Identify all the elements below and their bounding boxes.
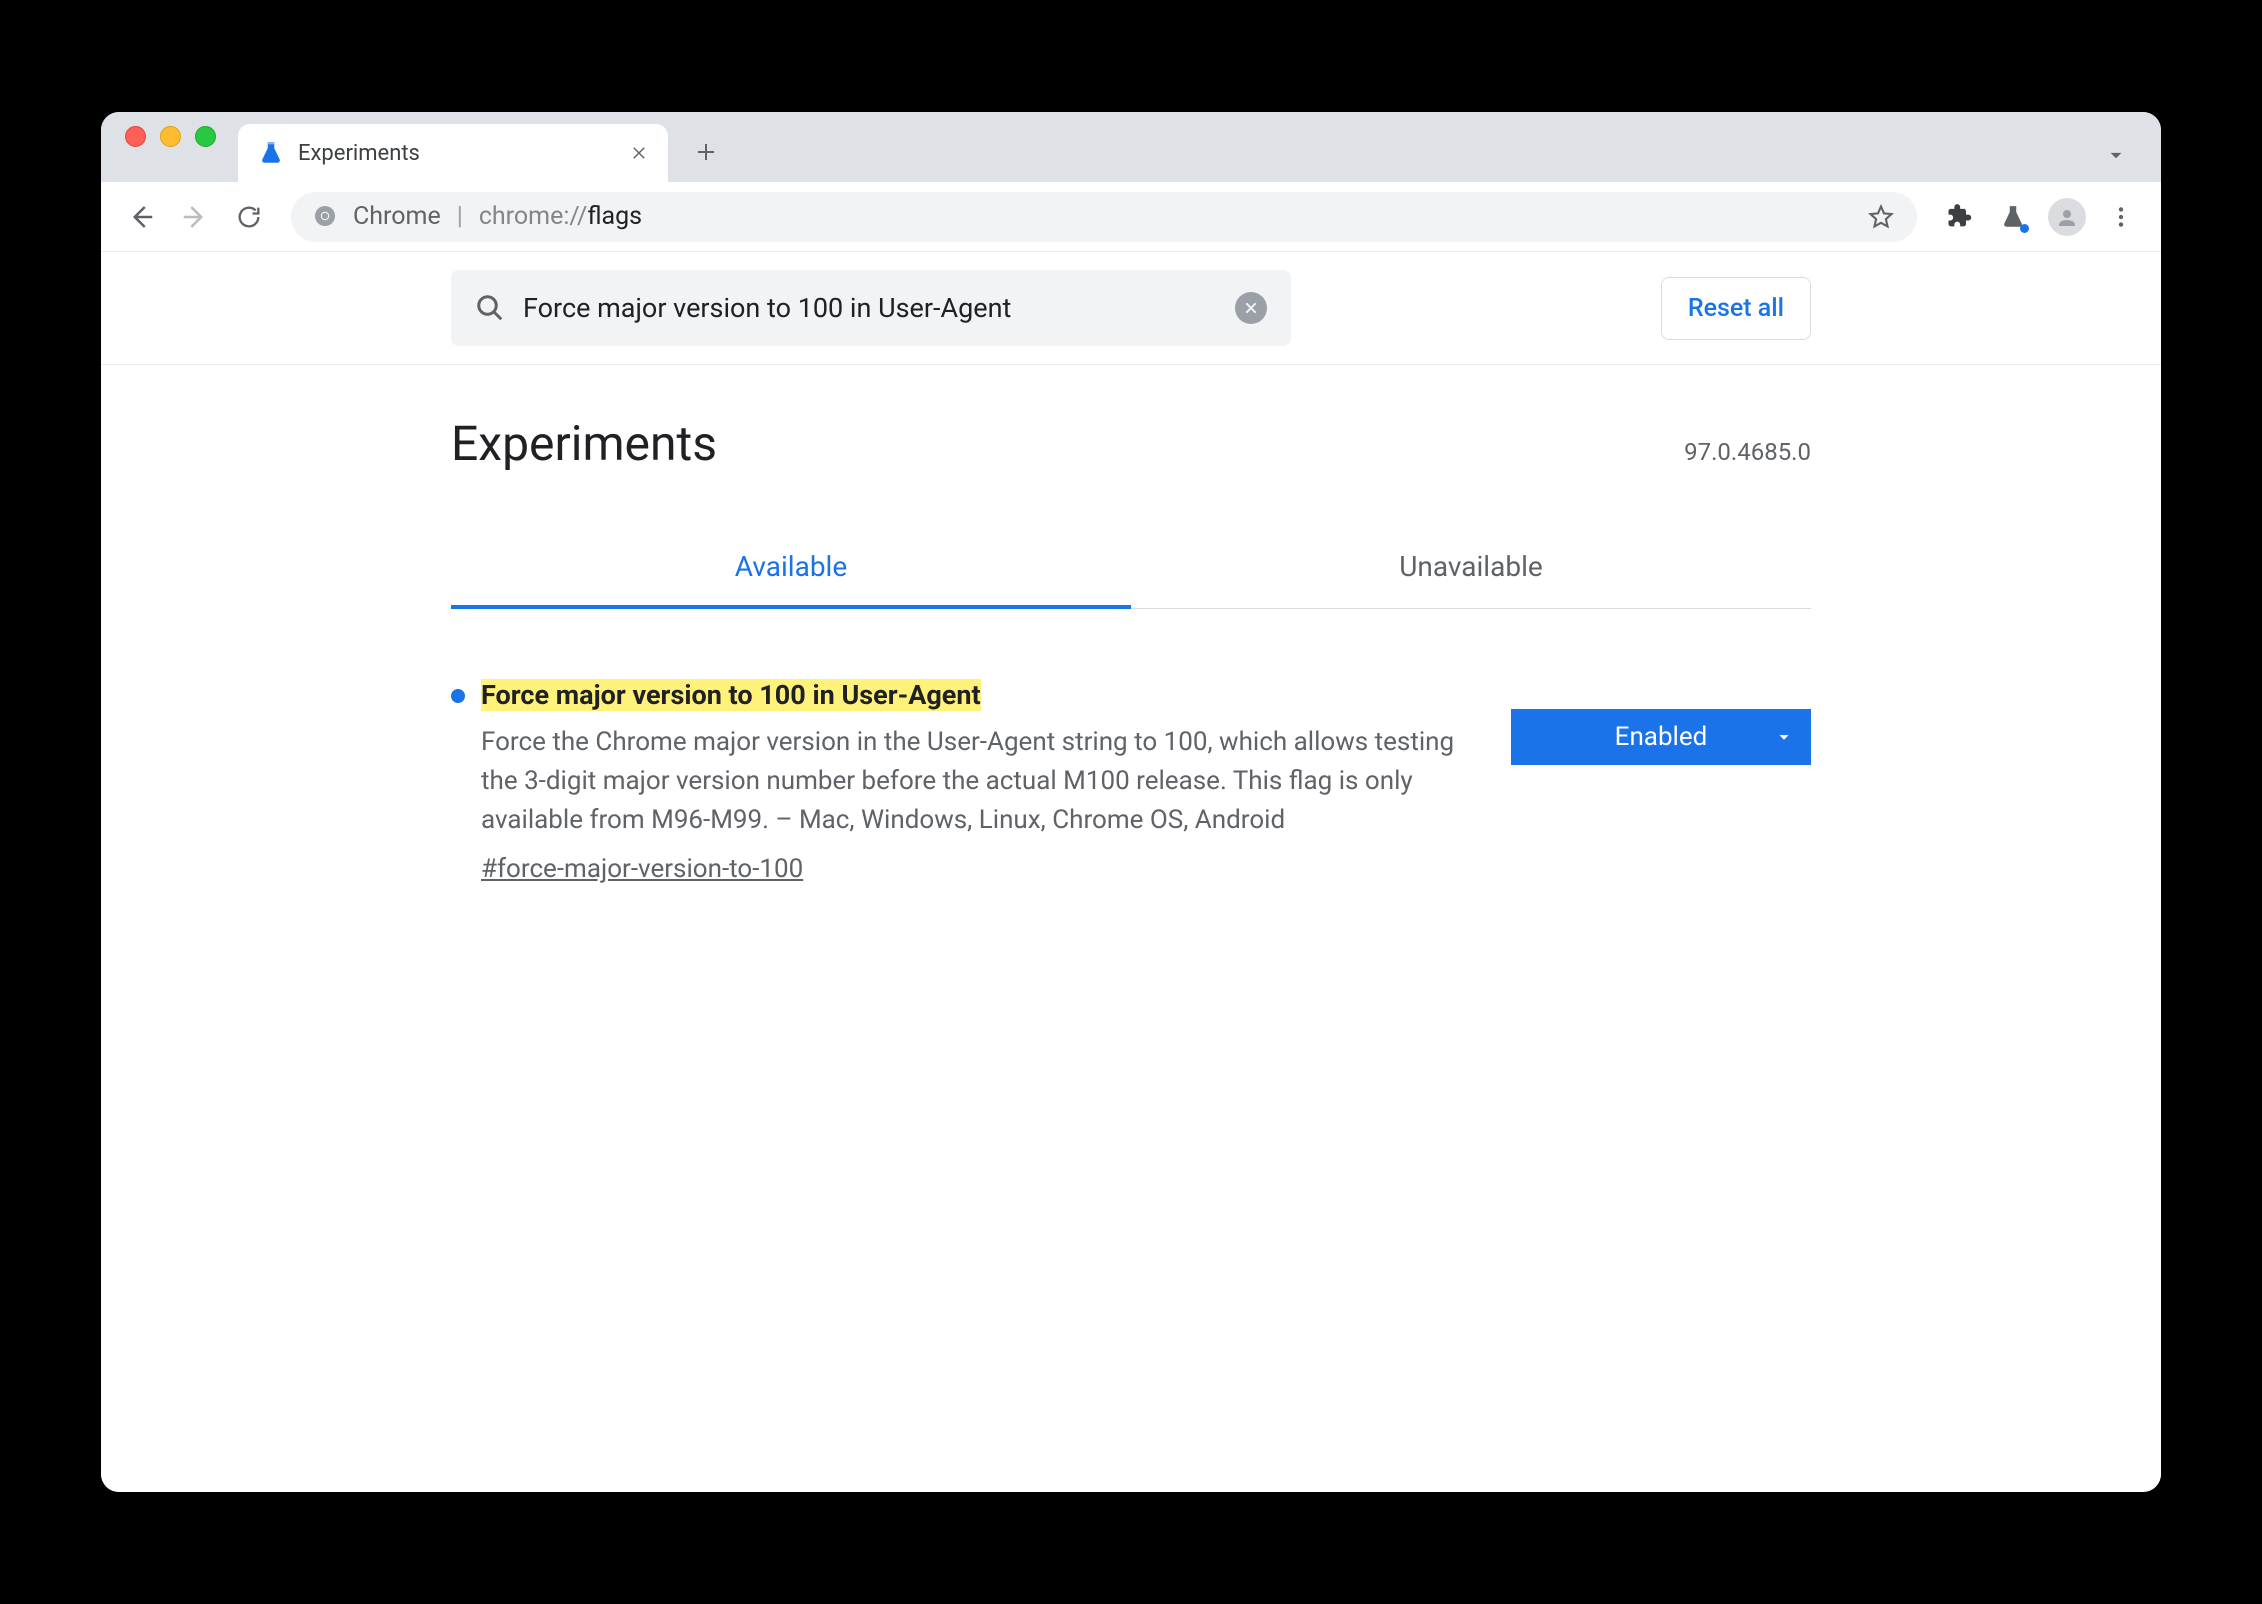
reset-all-button[interactable]: Reset all bbox=[1661, 277, 1811, 340]
search-icon bbox=[475, 293, 505, 323]
bookmark-star-icon[interactable] bbox=[1867, 203, 1895, 231]
close-window-button[interactable] bbox=[125, 126, 146, 147]
flag-title: Force major version to 100 in User-Agent bbox=[481, 679, 981, 711]
clear-search-icon[interactable] bbox=[1235, 292, 1267, 324]
flag-description: Force the Chrome major version in the Us… bbox=[481, 723, 1471, 840]
version-label: 97.0.4685.0 bbox=[1684, 438, 1811, 466]
reload-button[interactable] bbox=[227, 195, 271, 239]
modified-dot-icon bbox=[451, 689, 465, 703]
tab-title: Experiments bbox=[298, 141, 616, 166]
tab-unavailable[interactable]: Unavailable bbox=[1131, 528, 1811, 609]
address-bar[interactable]: Chrome | chrome://flags bbox=[291, 192, 1917, 242]
toolbar: Chrome | chrome://flags bbox=[101, 182, 2161, 252]
minimize-window-button[interactable] bbox=[160, 126, 181, 147]
labs-button[interactable] bbox=[1991, 195, 2035, 239]
search-box[interactable] bbox=[451, 270, 1291, 346]
extensions-button[interactable] bbox=[1937, 195, 1981, 239]
page-title: Experiments bbox=[451, 415, 717, 472]
menu-button[interactable] bbox=[2099, 195, 2143, 239]
profile-button[interactable] bbox=[2045, 195, 2089, 239]
tab-row: Available Unavailable bbox=[451, 528, 1811, 609]
window-controls bbox=[125, 126, 216, 147]
avatar-icon bbox=[2048, 198, 2086, 236]
browser-window: Experiments Chrome | chrome://f bbox=[101, 112, 2161, 1492]
page-content: Reset all Experiments 97.0.4685.0 Availa… bbox=[101, 252, 2161, 1492]
back-button[interactable] bbox=[119, 195, 163, 239]
chevron-down-icon bbox=[1773, 726, 1795, 748]
search-input[interactable] bbox=[523, 292, 1217, 324]
tab-strip: Experiments bbox=[101, 112, 2161, 182]
tab-overflow-button[interactable] bbox=[2103, 142, 2129, 168]
labs-dot-icon bbox=[2020, 224, 2029, 233]
flask-icon bbox=[258, 140, 284, 166]
search-row: Reset all bbox=[101, 252, 2161, 365]
page-header: Experiments 97.0.4685.0 bbox=[451, 415, 1811, 472]
tab-available[interactable]: Available bbox=[451, 528, 1131, 609]
new-tab-button[interactable] bbox=[682, 128, 730, 176]
omnibox-separator: | bbox=[457, 202, 463, 231]
flag-state-select[interactable]: Enabled bbox=[1511, 709, 1811, 765]
maximize-window-button[interactable] bbox=[195, 126, 216, 147]
flag-item: Force major version to 100 in User-Agent… bbox=[451, 679, 1811, 884]
forward-button[interactable] bbox=[173, 195, 217, 239]
flag-hash-link[interactable]: #force-major-version-to-100 bbox=[481, 854, 803, 884]
close-tab-icon[interactable] bbox=[630, 144, 648, 162]
chrome-icon bbox=[313, 204, 339, 230]
flag-state-value: Enabled bbox=[1539, 722, 1783, 752]
browser-tab[interactable]: Experiments bbox=[238, 124, 668, 182]
omnibox-site-label: Chrome bbox=[353, 202, 441, 231]
omnibox-url: chrome://flags bbox=[479, 202, 642, 231]
